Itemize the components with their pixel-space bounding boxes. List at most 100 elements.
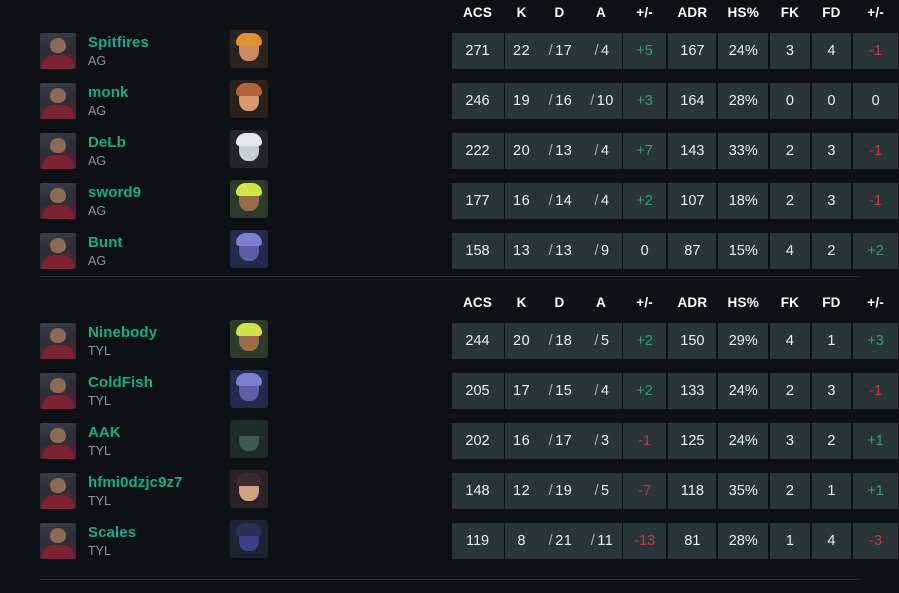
player-cell[interactable]: sword9 AG — [0, 176, 230, 226]
table-row[interactable]: Bunt AG 158 13/13/9 0 87 15% 4 2 +2 — [0, 226, 899, 276]
table-row[interactable]: ColdFish TYL 205 17/15/4 +2 133 24% 2 3 -1 — [0, 366, 899, 416]
stat-hs-percent-value: 35% — [718, 473, 769, 509]
header-pm1[interactable]: +/- — [622, 290, 668, 316]
stat-adr-cell: 167 — [667, 26, 717, 76]
stat-hs-percent-value: 33% — [718, 133, 769, 169]
agent-portrait-omen[interactable] — [230, 370, 269, 408]
table-row[interactable]: sword9 AG 177 16/14/4 +2 107 18% 2 3 -1 — [0, 176, 899, 226]
stat-adr-cell: 118 — [667, 466, 717, 516]
stat-first-kills-value: 4 — [770, 233, 810, 269]
stat-kd-diff-cell: -1 — [622, 416, 668, 466]
agent-portrait-breach[interactable] — [230, 80, 269, 118]
player-name[interactable]: Ninebody — [88, 324, 157, 341]
table-row[interactable]: AAK TYL 202 16/17/3 -1 125 24% 3 2 +1 — [0, 416, 899, 466]
agent-cell[interactable] — [230, 176, 450, 226]
agent-cell[interactable] — [230, 466, 450, 516]
header-adr[interactable]: ADR — [667, 0, 717, 26]
bottom-divider — [40, 579, 859, 580]
agent-cell[interactable] — [230, 416, 450, 466]
stat-kd-diff-value: +7 — [622, 133, 667, 169]
table-row[interactable]: Ninebody TYL 244 20/18/5 +2 150 29% 4 1 +3 — [0, 316, 899, 366]
agent-portrait-omen[interactable] — [230, 230, 269, 268]
stat-first-deaths-value: 0 — [811, 83, 852, 119]
stat-d-cell: /18 — [538, 316, 581, 366]
stat-kd-diff-cell: +3 — [622, 76, 668, 126]
header-d[interactable]: D — [539, 0, 581, 26]
header-hs[interactable]: HS% — [717, 290, 769, 316]
agent-portrait-reyna[interactable] — [230, 470, 269, 508]
player-cell[interactable]: monk AG — [0, 76, 230, 126]
table-row[interactable]: Scales TYL 119 8/21/11 -13 81 28% 1 4 -3 — [0, 516, 899, 566]
player-name[interactable]: sword9 — [88, 184, 141, 201]
header-a[interactable]: A — [580, 0, 622, 26]
header-adr[interactable]: ADR — [667, 290, 717, 316]
stat-fkfd-diff-cell: -1 — [852, 176, 899, 226]
stat-fkfd-diff-value: +2 — [853, 233, 898, 269]
header-fd[interactable]: FD — [811, 0, 853, 26]
stat-assists-value: /9 — [580, 233, 622, 269]
header-pm2[interactable]: +/- — [852, 0, 899, 26]
player-name[interactable]: Spitfires — [88, 34, 149, 51]
player-name[interactable]: AAK — [88, 424, 121, 441]
stat-fkfd-diff-value: +1 — [853, 473, 898, 509]
agent-cell[interactable] — [230, 26, 450, 76]
agent-cell[interactable] — [230, 126, 450, 176]
header-acs[interactable]: ACS — [451, 0, 505, 26]
agent-portrait-phoenix[interactable] — [230, 320, 269, 358]
stat-fk-cell: 2 — [769, 366, 811, 416]
agent-cell[interactable] — [230, 316, 450, 366]
table-row[interactable]: Spitfires AG 271 22/17/4 +5 167 24% 3 4 -1 — [0, 26, 899, 76]
player-team-tag: TYL — [88, 443, 111, 458]
agent-cell[interactable] — [230, 366, 450, 416]
agent-portrait-skye[interactable] — [230, 30, 269, 68]
player-name[interactable]: Bunt — [88, 234, 123, 251]
agent-portrait-phoenix[interactable] — [230, 180, 269, 218]
header-fk[interactable]: FK — [769, 0, 811, 26]
header-pm1[interactable]: +/- — [622, 0, 668, 26]
player-name[interactable]: ColdFish — [88, 374, 153, 391]
player-name[interactable]: monk — [88, 84, 128, 101]
agent-portrait-cypher[interactable] — [230, 130, 269, 168]
player-name[interactable]: hfmi0dzjc9z7 — [88, 474, 183, 491]
player-name[interactable]: Scales — [88, 524, 136, 541]
agent-cell[interactable] — [230, 76, 450, 126]
player-cell[interactable]: Bunt AG — [0, 226, 230, 276]
table-row[interactable]: DeLb AG 222 20/13/4 +7 143 33% 2 3 -1 — [0, 126, 899, 176]
stat-fkfd-diff-value: -1 — [853, 373, 898, 409]
header-fd[interactable]: FD — [811, 290, 853, 316]
header-k[interactable]: K — [505, 290, 539, 316]
table-row[interactable]: monk AG 246 19/16/10 +3 164 28% 0 0 0 — [0, 76, 899, 126]
stat-acs-value: 246 — [451, 83, 504, 119]
agent-cell[interactable] — [230, 226, 450, 276]
agent-portrait-fade[interactable] — [230, 520, 269, 558]
agent-portrait-viper[interactable] — [230, 420, 269, 458]
player-cell[interactable]: Scales TYL — [0, 516, 230, 566]
header-fk[interactable]: FK — [769, 290, 811, 316]
player-cell[interactable]: Ninebody TYL — [0, 316, 230, 366]
player-cell[interactable]: DeLb AG — [0, 126, 230, 176]
stat-k-cell: 20 — [504, 316, 539, 366]
player-cell[interactable]: Spitfires AG — [0, 26, 230, 76]
player-cell[interactable]: hfmi0dzjc9z7 TYL — [0, 466, 230, 516]
stat-fk-cell: 2 — [769, 176, 811, 226]
stat-fkfd-diff-cell: +2 — [852, 226, 899, 276]
stat-deaths-value: /18 — [538, 323, 581, 359]
header-a[interactable]: A — [580, 290, 622, 316]
stat-deaths-value: /17 — [538, 423, 581, 459]
stat-a-cell: /4 — [580, 176, 622, 226]
player-cell[interactable]: ColdFish TYL — [0, 366, 230, 416]
header-d[interactable]: D — [539, 290, 581, 316]
stat-assists-value: /4 — [580, 183, 622, 219]
agent-cell[interactable] — [230, 516, 450, 566]
player-cell[interactable]: AAK TYL — [0, 416, 230, 466]
stat-a-cell: /4 — [580, 26, 622, 76]
stat-a-cell: /4 — [580, 366, 622, 416]
header-hs[interactable]: HS% — [717, 0, 769, 26]
table-row[interactable]: hfmi0dzjc9z7 TYL 148 12/19/5 -7 118 35% 2 1 +1 — [0, 466, 899, 516]
header-acs[interactable]: ACS — [451, 290, 505, 316]
header-pm2[interactable]: +/- — [852, 290, 899, 316]
stat-first-deaths-value: 1 — [811, 473, 852, 509]
player-name[interactable]: DeLb — [88, 134, 126, 151]
stat-adr-cell: 107 — [667, 176, 717, 226]
header-k[interactable]: K — [505, 0, 539, 26]
